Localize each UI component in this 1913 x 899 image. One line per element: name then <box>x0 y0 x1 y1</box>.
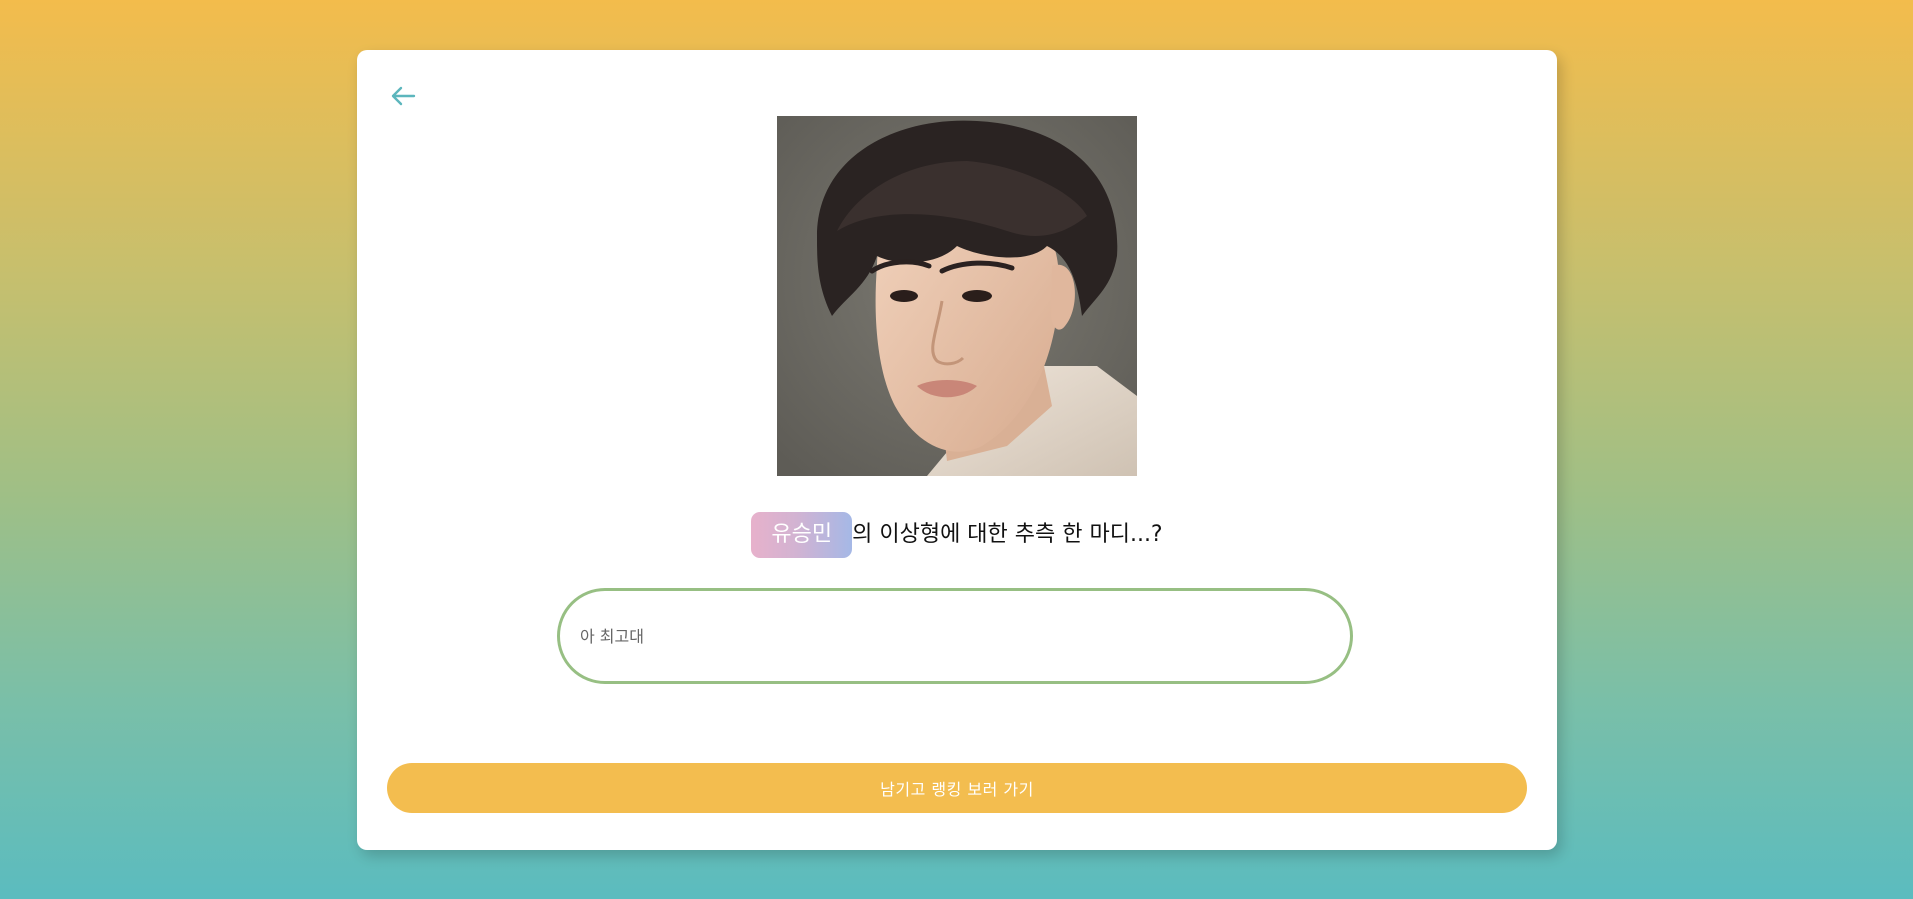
arrow-left-icon <box>391 86 416 106</box>
name-badge: 유승민 <box>751 512 853 558</box>
submit-ranking-button[interactable]: 남기고 랭킹 보러 가기 <box>387 763 1527 813</box>
question-text: 의 이상형에 대한 추측 한 마디...? <box>852 522 1163 547</box>
profile-photo <box>777 116 1137 476</box>
portrait-image <box>777 116 1137 476</box>
main-card: 유승민의 이상형에 대한 추측 한 마디...? 남기고 랭킹 보러 가기 <box>357 50 1557 850</box>
question-line: 유승민 의 이상형에 대한 추측 한 마디...? <box>357 512 1557 558</box>
answer-input[interactable] <box>557 588 1353 684</box>
back-button[interactable] <box>387 80 419 112</box>
